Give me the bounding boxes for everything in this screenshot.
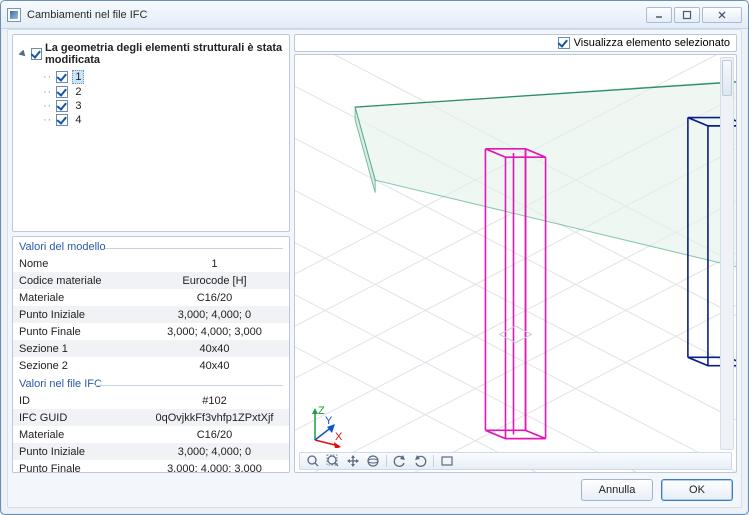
- model-values-table: Nome1Codice materialeEurocode [H]Materia…: [13, 255, 289, 374]
- axis-gizmo: Z X Y: [303, 404, 347, 448]
- tree-root[interactable]: La geometria degli elementi strutturali …: [17, 41, 285, 67]
- property-row: Punto Iniziale3,000; 4,000; 0: [13, 306, 289, 323]
- minimize-button[interactable]: [646, 7, 672, 23]
- window-buttons: [646, 7, 742, 23]
- view-mode-icon[interactable]: [440, 454, 454, 468]
- app-window: Cambiamenti nel file IFC La geometria de…: [0, 0, 749, 515]
- tree-root-label: La geometria degli elementi strutturali …: [45, 42, 283, 66]
- svg-text:Y: Y: [325, 415, 333, 427]
- model-values-header: Valori del modello: [13, 237, 289, 255]
- left-pane: La geometria degli elementi strutturali …: [12, 34, 290, 473]
- tree-item-checkbox[interactable]: [56, 100, 68, 112]
- property-value: 40x40: [140, 340, 289, 357]
- property-key: ID: [13, 392, 140, 409]
- tree-item-label: 1: [72, 70, 84, 84]
- pan-icon[interactable]: [346, 454, 360, 468]
- property-row: MaterialeC16/20: [13, 289, 289, 306]
- tree-children: ·· 1 ·· 2 ·· 3 ·· 4: [43, 69, 285, 127]
- show-selected-label: Visualizza elemento selezionato: [574, 37, 730, 49]
- property-row: MaterialeC16/20: [13, 426, 289, 443]
- redo-view-icon[interactable]: [413, 454, 427, 468]
- viewport-3d[interactable]: Z X Y: [294, 54, 737, 473]
- property-value: C16/20: [140, 426, 289, 443]
- ifc-values-table: ID#102IFC GUID0qOvjkkFf3vhfp1ZPxtXjfMate…: [13, 392, 289, 473]
- close-button[interactable]: [702, 7, 742, 23]
- property-row: Nome1: [13, 255, 289, 272]
- property-key: Sezione 1: [13, 340, 140, 357]
- property-key: Materiale: [13, 289, 140, 306]
- property-row: Punto Finale3,000; 4,000; 3,000: [13, 460, 289, 473]
- viewport-vertical-scrollbar[interactable]: [720, 57, 734, 450]
- property-value: 3,000; 4,000; 3,000: [140, 460, 289, 473]
- property-row: Punto Iniziale3,000; 4,000; 0: [13, 443, 289, 460]
- property-value: #102: [140, 392, 289, 409]
- root-checkbox[interactable]: [31, 48, 42, 60]
- property-key: Punto Iniziale: [13, 443, 140, 460]
- svg-text:X: X: [335, 431, 343, 443]
- viewer-options-bar: Visualizza elemento selezionato: [294, 34, 737, 52]
- properties-panel: Valori del modello Nome1Codice materiale…: [12, 236, 290, 473]
- cancel-button[interactable]: Annulla: [581, 479, 653, 501]
- maximize-button[interactable]: [674, 7, 700, 23]
- changes-tree[interactable]: La geometria degli elementi strutturali …: [12, 34, 290, 232]
- property-key: Nome: [13, 255, 140, 272]
- tree-item[interactable]: ·· 1: [43, 69, 285, 85]
- property-key: Codice materiale: [13, 272, 140, 289]
- property-value: Eurocode [H]: [140, 272, 289, 289]
- property-key: Punto Finale: [13, 460, 140, 473]
- property-row: Punto Finale3,000; 4,000; 3,000: [13, 323, 289, 340]
- app-icon: [7, 8, 21, 22]
- tree-item-checkbox[interactable]: [56, 114, 68, 126]
- titlebar[interactable]: Cambiamenti nel file IFC: [1, 1, 748, 29]
- property-row: IFC GUID0qOvjkkFf3vhfp1ZPxtXjf: [13, 409, 289, 426]
- tree-item[interactable]: ·· 2: [43, 85, 285, 99]
- window-title: Cambiamenti nel file IFC: [27, 9, 646, 21]
- right-pane: Visualizza elemento selezionato: [294, 34, 737, 473]
- property-value: 3,000; 4,000; 0: [140, 306, 289, 323]
- tree-item[interactable]: ·· 4: [43, 113, 285, 127]
- tree-connector: ··: [43, 114, 52, 126]
- zoom-extents-icon[interactable]: [326, 454, 340, 468]
- property-row: Sezione 140x40: [13, 340, 289, 357]
- model-values-title: Valori del modello: [19, 241, 106, 253]
- tree-item-label: 3: [72, 100, 84, 112]
- property-key: Sezione 2: [13, 357, 140, 374]
- property-row: ID#102: [13, 392, 289, 409]
- tree-item-label: 4: [72, 114, 84, 126]
- content: La geometria degli elementi strutturali …: [12, 34, 737, 473]
- property-key: Materiale: [13, 426, 140, 443]
- undo-view-icon[interactable]: [393, 454, 407, 468]
- property-key: Punto Finale: [13, 323, 140, 340]
- property-key: IFC GUID: [13, 409, 140, 426]
- tree-connector: ··: [43, 100, 52, 112]
- property-value: 40x40: [140, 357, 289, 374]
- zoom-icon[interactable]: [306, 454, 320, 468]
- show-selected-checkbox[interactable]: [558, 37, 570, 49]
- property-value: 0qOvjkkFf3vhfp1ZPxtXjf: [140, 409, 289, 426]
- ifc-values-title: Valori nel file IFC: [19, 378, 102, 390]
- tree-item-checkbox[interactable]: [56, 71, 68, 83]
- property-value: 3,000; 4,000; 0: [140, 443, 289, 460]
- property-value: 3,000; 4,000; 3,000: [140, 323, 289, 340]
- dialog-buttons: Annulla OK: [581, 479, 733, 501]
- svg-text:Z: Z: [318, 405, 325, 417]
- tree-item-checkbox[interactable]: [56, 86, 68, 98]
- tree-item-label: 2: [72, 86, 84, 98]
- ok-button[interactable]: OK: [661, 479, 733, 501]
- ifc-values-header: Valori nel file IFC: [13, 374, 289, 392]
- property-value: C16/20: [140, 289, 289, 306]
- orbit-icon[interactable]: [366, 454, 380, 468]
- tree-item[interactable]: ·· 3: [43, 99, 285, 113]
- property-value: 1: [140, 255, 289, 272]
- tree-connector: ··: [43, 71, 52, 83]
- tree-connector: ··: [43, 86, 52, 98]
- property-row: Sezione 240x40: [13, 357, 289, 374]
- scene-canvas: [295, 55, 736, 472]
- viewport-toolbar: [299, 452, 732, 470]
- property-row: Codice materialeEurocode [H]: [13, 272, 289, 289]
- client-area: La geometria degli elementi strutturali …: [7, 29, 742, 508]
- expander-icon[interactable]: [19, 50, 28, 59]
- property-key: Punto Iniziale: [13, 306, 140, 323]
